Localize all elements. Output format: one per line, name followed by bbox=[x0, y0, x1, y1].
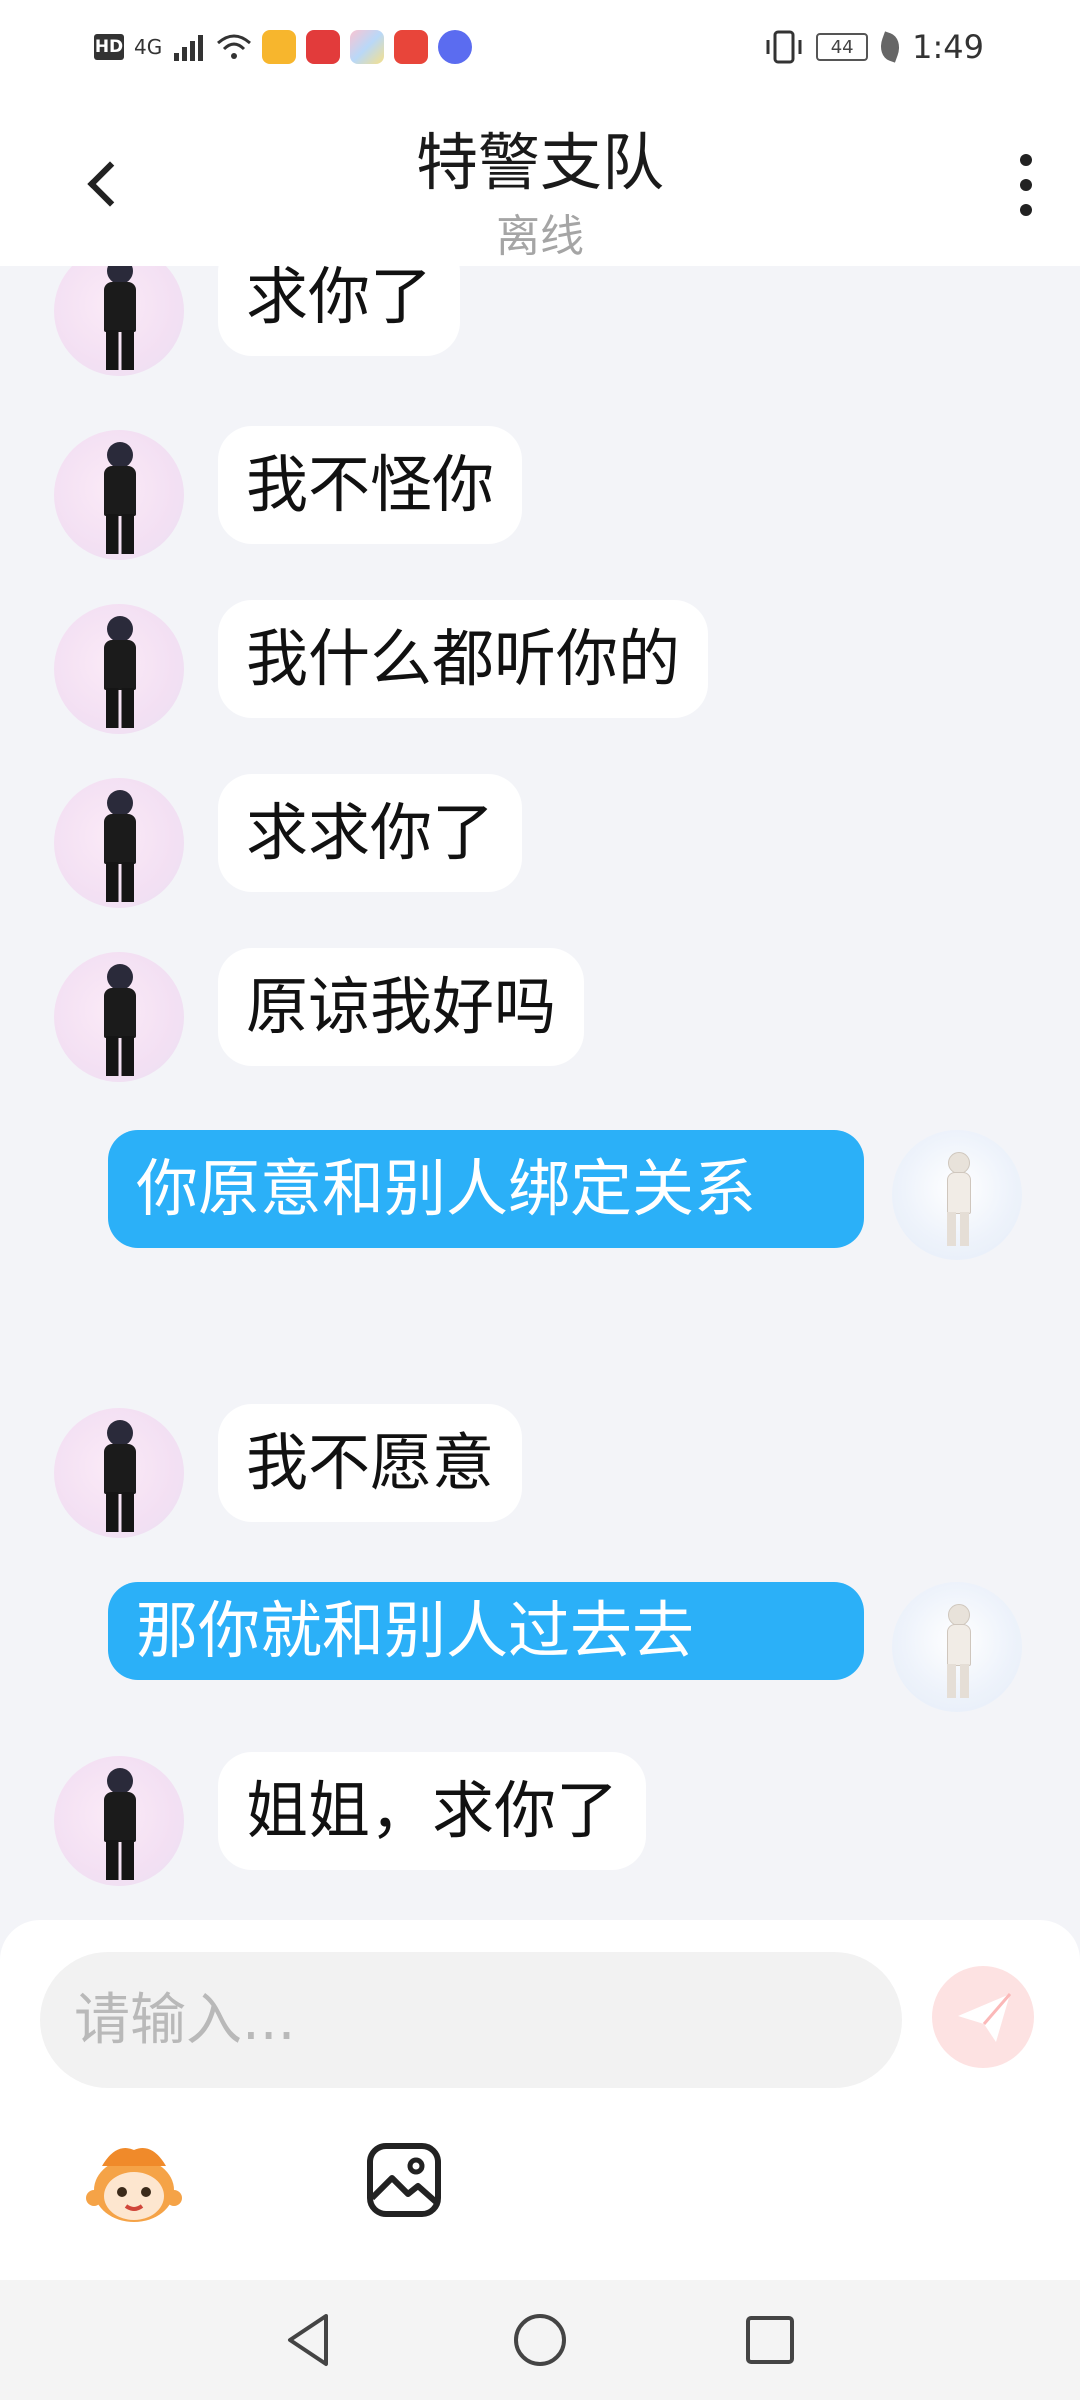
my-avatar[interactable] bbox=[892, 1130, 1022, 1260]
input-panel bbox=[0, 1920, 1080, 2280]
message-bubble[interactable]: 原谅我好吗 bbox=[218, 948, 585, 1066]
contact-avatar[interactable] bbox=[54, 430, 184, 560]
message-incoming: 原谅我好吗 bbox=[0, 948, 1080, 1082]
message-incoming: 我不愿意 bbox=[0, 1404, 1080, 1538]
message-incoming: 我不怪你 bbox=[0, 426, 1080, 560]
message-bubble[interactable]: 求求你了 bbox=[218, 774, 523, 892]
network-signal-icon: 4G bbox=[134, 35, 163, 59]
online-status: 离线 bbox=[496, 211, 584, 262]
power-saving-icon bbox=[876, 31, 904, 63]
app-notification-icon-1 bbox=[262, 30, 297, 64]
chat-screen: HD 4G 44 1:49 特警支队 离线 求你了 我不怪你 我什么都听你的 求… bbox=[0, 0, 1080, 2400]
wifi-icon bbox=[217, 34, 252, 59]
message-incoming: 求求你了 bbox=[0, 774, 1080, 908]
contact-avatar[interactable] bbox=[54, 1408, 184, 1538]
contact-avatar[interactable] bbox=[54, 952, 184, 1082]
message-bubble[interactable]: 求你了 bbox=[218, 266, 461, 356]
my-avatar[interactable] bbox=[892, 1582, 1022, 1712]
more-dot bbox=[1020, 179, 1032, 191]
message-input[interactable] bbox=[40, 1952, 902, 2088]
nav-recents-icon bbox=[746, 2316, 794, 2364]
hd-badge: HD bbox=[94, 34, 124, 60]
message-bubble[interactable]: 我什么都听你的 bbox=[218, 600, 709, 718]
battery-indicator: 44 bbox=[816, 33, 869, 61]
nav-recents-button[interactable] bbox=[740, 2310, 800, 2370]
status-right: 44 1:49 bbox=[764, 28, 984, 66]
message-outgoing: 你原意和别人绑定关系 bbox=[0, 1130, 1080, 1370]
message-bubble[interactable]: 我不怪你 bbox=[218, 426, 523, 544]
image-icon bbox=[367, 2143, 441, 2217]
emoji-button[interactable] bbox=[86, 2140, 182, 2226]
message-incoming: 求你了 bbox=[0, 266, 1080, 386]
message-bubble[interactable]: 那你就和别人过去去 bbox=[108, 1582, 864, 1680]
signal-bars-icon bbox=[174, 35, 204, 61]
send-button[interactable] bbox=[932, 1966, 1034, 2068]
send-icon bbox=[958, 1993, 1012, 2042]
contact-avatar[interactable] bbox=[54, 266, 184, 376]
app-notification-icon-3 bbox=[350, 30, 385, 64]
image-button[interactable] bbox=[366, 2142, 442, 2218]
clock: 1:49 bbox=[912, 28, 984, 66]
message-bubble[interactable]: 姐姐，求你了 bbox=[218, 1752, 647, 1870]
nav-back-icon bbox=[288, 2314, 328, 2366]
message-bubble[interactable]: 我不愿意 bbox=[218, 1404, 523, 1522]
nav-home-button[interactable] bbox=[510, 2310, 570, 2370]
app-notification-icon-2 bbox=[306, 30, 341, 64]
contact-avatar[interactable] bbox=[54, 604, 184, 734]
message-incoming: 姐姐，求你了 bbox=[0, 1752, 1080, 1886]
message-outgoing: 那你就和别人过去去 bbox=[0, 1582, 1080, 1716]
vibrate-icon bbox=[766, 30, 802, 64]
chat-title: 特警支队 bbox=[415, 126, 664, 199]
status-bar: HD 4G 44 1:49 bbox=[0, 0, 1080, 100]
message-bubble[interactable]: 你原意和别人绑定关系 bbox=[108, 1130, 864, 1248]
nav-back-button[interactable] bbox=[280, 2310, 340, 2370]
emoji-icon bbox=[86, 2148, 182, 2222]
contact-avatar[interactable] bbox=[54, 778, 184, 908]
app-notification-icon-4 bbox=[394, 30, 429, 64]
more-dot bbox=[1020, 204, 1032, 216]
status-left: HD 4G bbox=[94, 30, 473, 64]
contact-avatar[interactable] bbox=[54, 1756, 184, 1886]
more-options-button[interactable] bbox=[1010, 150, 1040, 220]
message-incoming: 我什么都听你的 bbox=[0, 600, 1080, 734]
system-nav-bar bbox=[0, 2280, 1080, 2400]
more-vertical-icon bbox=[1020, 154, 1032, 166]
chat-header: 特警支队 离线 bbox=[0, 100, 1080, 266]
music-app-icon bbox=[438, 30, 473, 64]
nav-home-icon bbox=[514, 2314, 566, 2366]
message-list[interactable]: 求你了 我不怪你 我什么都听你的 求求你了 原谅我好吗 你原意和别人绑定关系 我… bbox=[0, 266, 1080, 1920]
